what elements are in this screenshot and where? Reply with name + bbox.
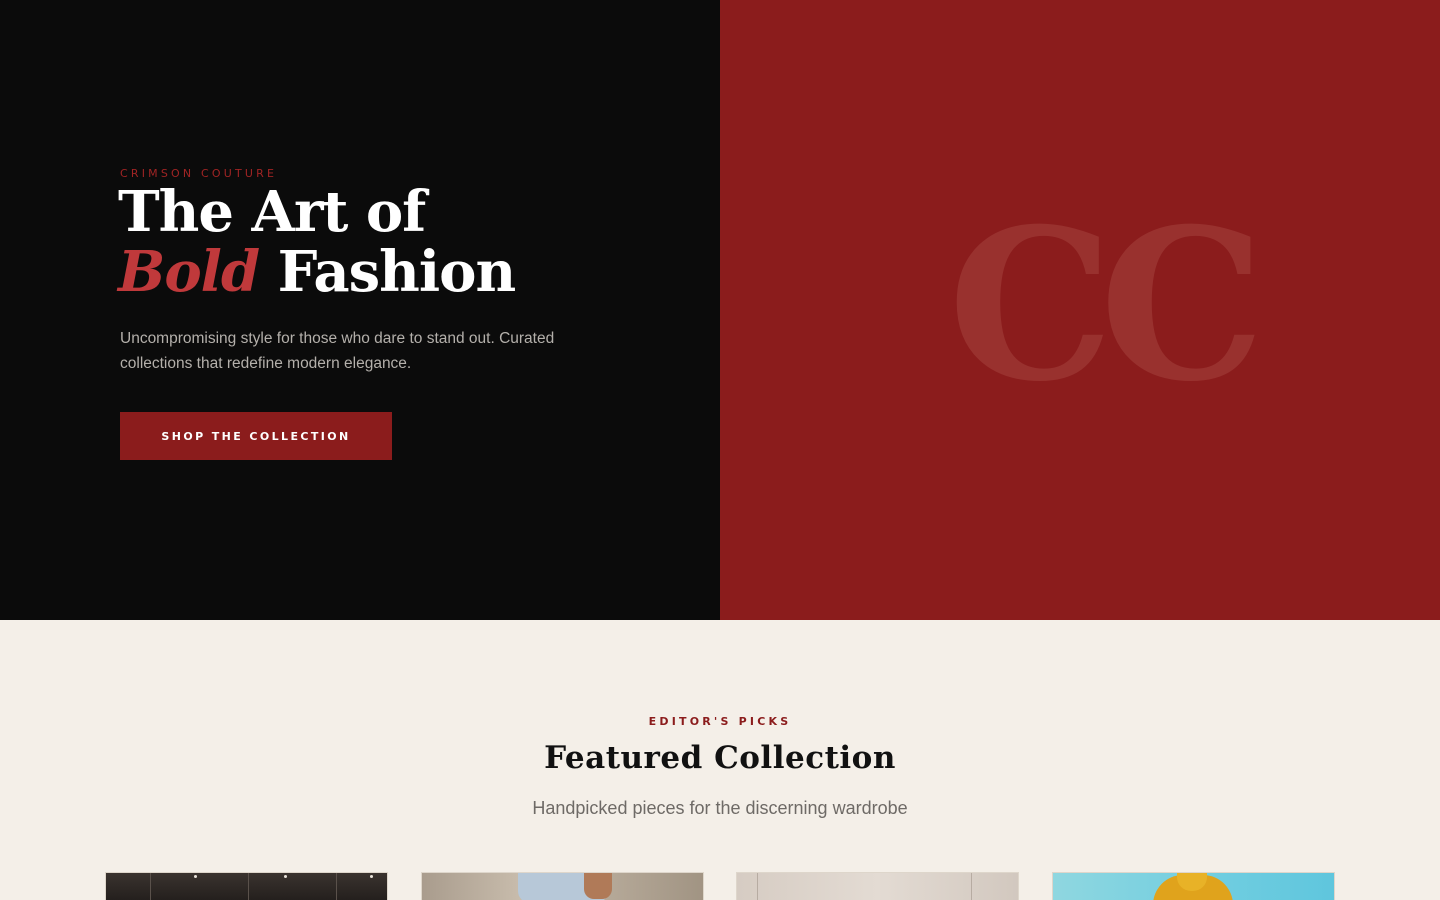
model-neck: [584, 873, 612, 899]
wall-line: [757, 873, 758, 900]
hero-section: CRIMSON COUTURE The Art of Bold Fashion …: [0, 0, 1440, 620]
ceiling-rib: [336, 873, 337, 900]
product-card-1-image[interactable]: [105, 872, 388, 900]
headline-line-2: Fashion: [259, 239, 517, 305]
hero-subtitle: Uncompromising style for those who dare …: [120, 330, 555, 372]
hero-right-panel: CC: [720, 0, 1440, 620]
featured-title: Featured Collection: [544, 740, 896, 776]
headline-line-1: The Art of: [118, 179, 426, 245]
ceiling-light: [194, 875, 197, 878]
product-card-3-image[interactable]: [736, 872, 1019, 900]
hero-headline: The Art of Bold Fashion: [118, 179, 517, 305]
wall-line: [971, 873, 972, 900]
headline-accent-word: Bold: [118, 239, 260, 305]
ceiling-rib: [248, 873, 249, 900]
product-card-2-image[interactable]: [421, 872, 704, 900]
shop-collection-button[interactable]: SHOP THE COLLECTION: [120, 412, 392, 460]
brand-monogram: CC: [948, 184, 1265, 428]
ceiling-light: [370, 875, 373, 878]
featured-eyebrow: EDITOR'S PICKS: [648, 715, 792, 728]
ceiling-light: [284, 875, 287, 878]
ceiling-rib: [150, 873, 151, 900]
product-card-4-image[interactable]: [1052, 872, 1335, 900]
hero-left-panel: CRIMSON COUTURE The Art of Bold Fashion …: [0, 0, 720, 620]
featured-subtitle: Handpicked pieces for the discerning war…: [532, 798, 908, 818]
